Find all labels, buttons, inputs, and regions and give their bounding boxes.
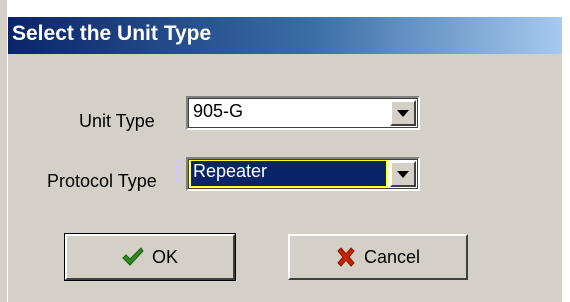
unit-type-select[interactable]: 905-G bbox=[186, 96, 420, 130]
protocol-type-label: Protocol Type bbox=[47, 171, 157, 191]
unit-type-dropdown-button[interactable] bbox=[390, 100, 416, 126]
cancel-button-label: Cancel bbox=[363, 246, 421, 267]
cancel-button[interactable]: Cancel bbox=[288, 234, 468, 280]
unit-type-label: Unit Type bbox=[79, 111, 155, 131]
unit-type-value: 905-G bbox=[193, 101, 244, 121]
background-strip-top bbox=[0, 0, 570, 17]
protocol-type-value: Repeater bbox=[190, 160, 387, 187]
chevron-down-icon bbox=[397, 109, 409, 117]
x-mark-icon bbox=[337, 247, 355, 267]
title-bar[interactable]: Select the Unit Type bbox=[8, 17, 562, 54]
protocol-type-dropdown-button[interactable] bbox=[390, 161, 416, 187]
dialog-window: Select the Unit Type Unit Type 905-G Pro… bbox=[0, 0, 570, 302]
protocol-type-select[interactable]: Repeater bbox=[186, 157, 420, 191]
chevron-down-icon bbox=[397, 170, 409, 178]
ok-button[interactable]: OK bbox=[64, 233, 236, 281]
ok-button-label: OK bbox=[151, 246, 178, 267]
dialog-title: Select the Unit Type bbox=[12, 22, 212, 45]
background-strip-right bbox=[562, 0, 570, 302]
window-left-border bbox=[0, 0, 8, 302]
checkmark-icon bbox=[122, 247, 144, 266]
